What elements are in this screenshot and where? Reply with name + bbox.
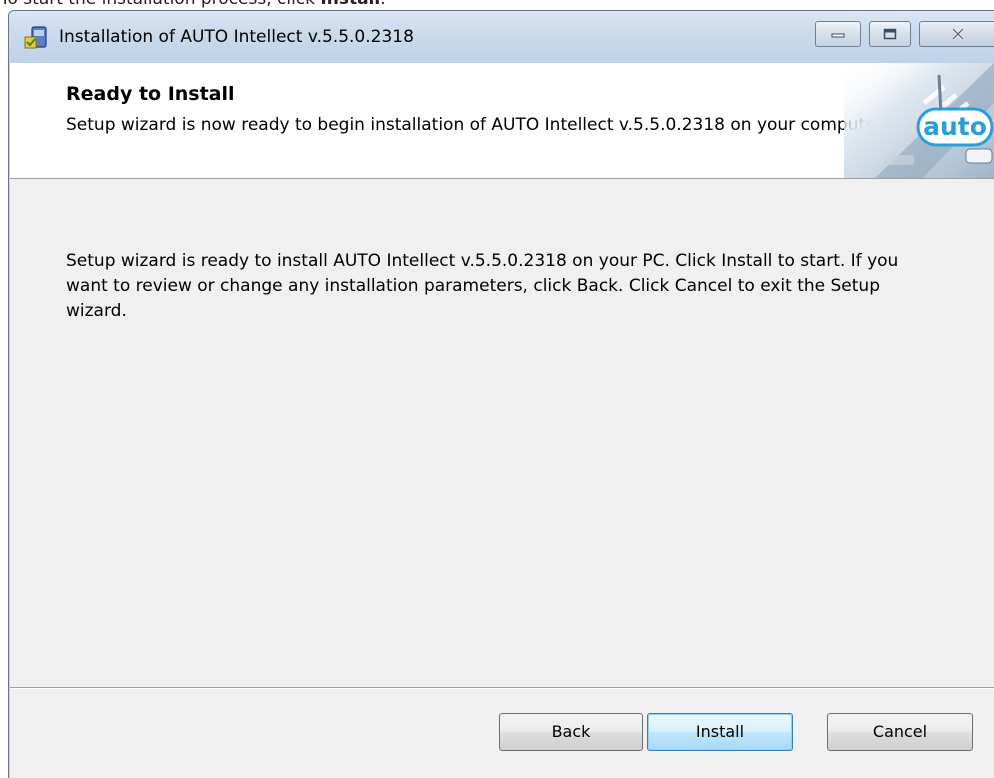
minimize-button[interactable] bbox=[815, 21, 861, 47]
install-button[interactable]: Install bbox=[647, 713, 793, 751]
close-icon bbox=[951, 28, 964, 40]
document-instruction: To start the installation process, click… bbox=[0, 0, 386, 10]
close-button[interactable] bbox=[919, 21, 994, 47]
wizard-banner: Ready to Install Setup wizard is now rea… bbox=[10, 63, 994, 179]
window-title: Installation of AUTO Intellect v.5.5.0.2… bbox=[59, 27, 414, 47]
cancel-button[interactable]: Cancel bbox=[827, 713, 973, 751]
instruction-suffix: . bbox=[380, 0, 385, 9]
installer-icon bbox=[24, 26, 47, 49]
minimize-icon bbox=[831, 33, 845, 38]
maximize-icon bbox=[883, 28, 897, 40]
dialog-body: Ready to Install Setup wizard is now rea… bbox=[10, 63, 994, 778]
install-message: Setup wizard is ready to install AUTO In… bbox=[66, 251, 899, 321]
auto-logo-banner-image: auto bbox=[844, 63, 994, 178]
instruction-install-keyword: Install bbox=[320, 0, 380, 9]
back-button[interactable]: Back bbox=[499, 713, 643, 751]
instruction-prefix: To start the installation process, click bbox=[0, 0, 320, 9]
auto-logo-text: auto bbox=[923, 112, 987, 141]
page-title: Ready to Install bbox=[66, 83, 235, 105]
maximize-button[interactable] bbox=[869, 21, 911, 47]
installer-window: Installation of AUTO Intellect v.5.5.0.2… bbox=[8, 10, 994, 778]
title-bar[interactable]: Installation of AUTO Intellect v.5.5.0.2… bbox=[9, 11, 994, 63]
footer-divider bbox=[10, 687, 994, 689]
